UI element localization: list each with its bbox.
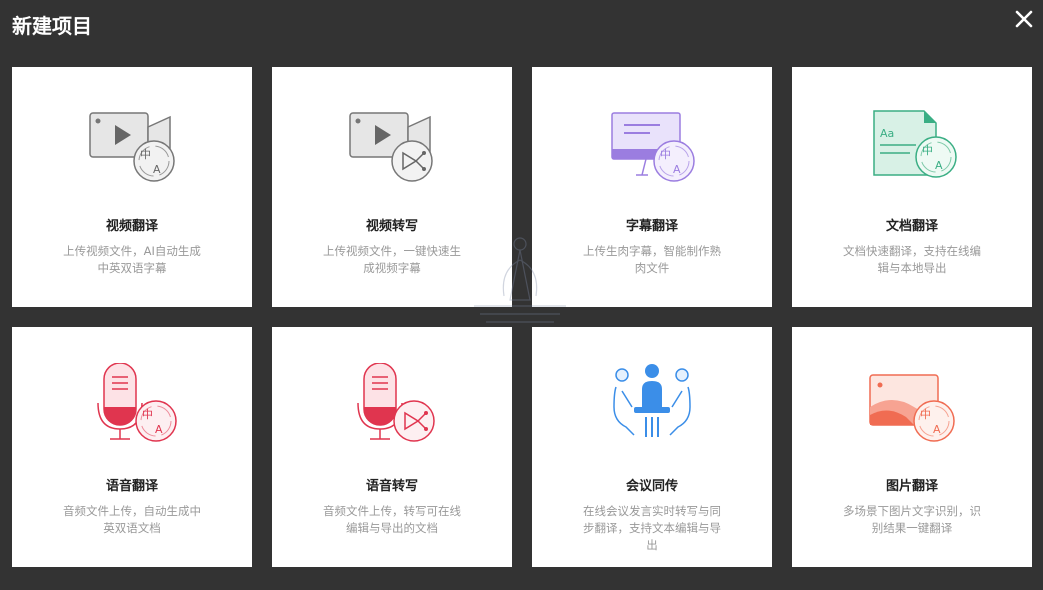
card-title: 图片翻译 xyxy=(885,479,938,494)
svg-text:A: A xyxy=(933,423,941,436)
voice-translate-icon: 中 A xyxy=(82,363,182,447)
card-title: 语音翻译 xyxy=(105,479,158,494)
card-description: 文档快速翻译，支持在线编辑与本地导出 xyxy=(843,244,981,275)
image-translate-card[interactable]: 中 A 图片翻译 多场景下图片文字识别，识别结果一键翻译 xyxy=(792,327,1032,567)
svg-text:中: 中 xyxy=(922,144,933,157)
card-title: 文档翻译 xyxy=(885,219,938,234)
meeting-interpret-icon xyxy=(602,363,702,447)
card-title: 视频转写 xyxy=(365,219,418,234)
card-description: 在线会议发言实时转写与同步翻译，支持文本编辑与导出 xyxy=(583,504,721,552)
close-button[interactable] xyxy=(1013,8,1035,30)
card-title: 语音转写 xyxy=(365,479,418,494)
card-title: 视频翻译 xyxy=(105,219,158,234)
card-description: 上传生肉字幕，智能制作熟肉文件 xyxy=(583,244,721,275)
video-translate-icon: 中 A xyxy=(82,103,182,187)
svg-text:A: A xyxy=(153,163,161,176)
card-description: 多场景下图片文字识别，识别结果一键翻译 xyxy=(843,504,981,535)
card-description: 音频文件上传，自动生成中英双语文档 xyxy=(63,504,201,535)
card-title: 会议同传 xyxy=(625,479,678,494)
card-description: 上传视频文件，AI自动生成中英双语字幕 xyxy=(63,244,201,275)
subtitle-translate-card[interactable]: 中 A 字幕翻译 上传生肉字幕，智能制作熟肉文件 xyxy=(532,67,772,307)
page-title: 新建项目 xyxy=(12,14,92,38)
voice-translate-card[interactable]: 中 A 语音翻译 音频文件上传，自动生成中英双语文档 xyxy=(12,327,252,567)
video-transcribe-card[interactable]: 视频转写 上传视频文件，一键快速生成视频字幕 xyxy=(272,67,512,307)
document-translate-icon: Aa 中 A xyxy=(862,103,962,187)
svg-text:中: 中 xyxy=(142,408,153,421)
svg-text:Aa: Aa xyxy=(880,127,894,140)
voice-transcribe-card[interactable]: 语音转写 音频文件上传，转写可在线编辑与导出的文档 xyxy=(272,327,512,567)
voice-transcribe-icon xyxy=(342,363,442,447)
card-description: 上传视频文件，一键快速生成视频字幕 xyxy=(323,244,461,275)
svg-text:中: 中 xyxy=(920,408,931,421)
document-translate-card[interactable]: Aa 中 A 文档翻译 文档快速翻译，支持在线编辑与本地导出 xyxy=(792,67,1032,307)
video-transcribe-icon xyxy=(342,103,442,187)
svg-text:A: A xyxy=(935,159,943,172)
meeting-interpret-card[interactable]: 会议同传 在线会议发言实时转写与同步翻译，支持文本编辑与导出 xyxy=(532,327,772,567)
svg-text:A: A xyxy=(155,423,163,436)
subtitle-translate-icon: 中 A xyxy=(602,103,702,187)
card-title: 字幕翻译 xyxy=(625,219,678,234)
video-translate-card[interactable]: 中 A 视频翻译 上传视频文件，AI自动生成中英双语字幕 xyxy=(12,67,252,307)
svg-text:A: A xyxy=(673,163,681,176)
close-icon xyxy=(1015,10,1033,28)
card-description: 音频文件上传，转写可在线编辑与导出的文档 xyxy=(323,504,461,535)
svg-text:中: 中 xyxy=(140,148,151,161)
image-translate-icon: 中 A xyxy=(862,363,962,447)
svg-text:中: 中 xyxy=(660,148,671,161)
